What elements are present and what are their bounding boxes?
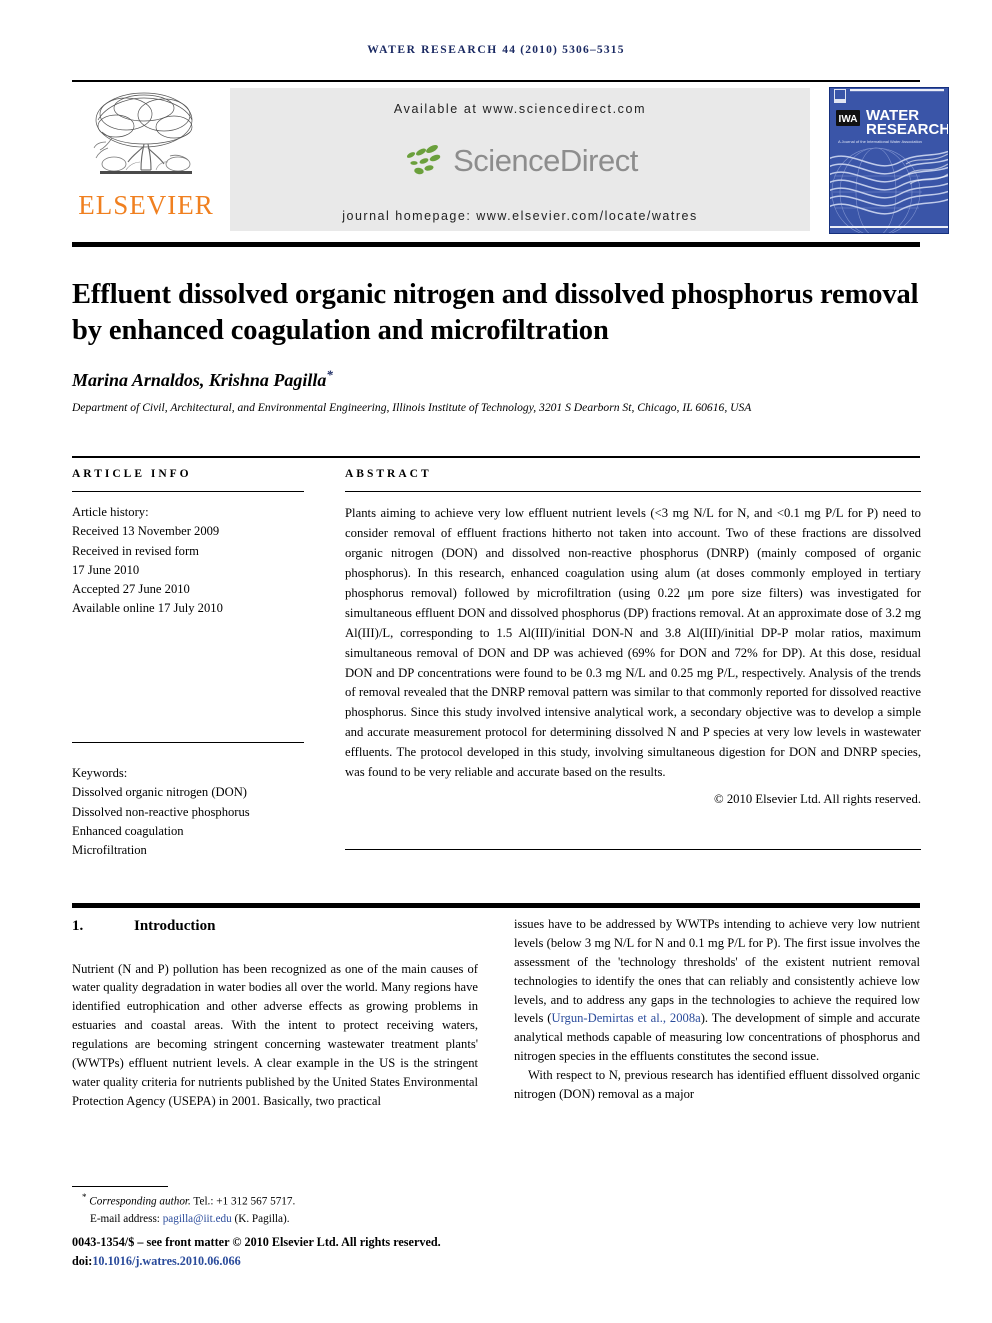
- author-names: Marina Arnaldos, Krishna Pagilla: [72, 370, 327, 390]
- info-top-rule: [72, 456, 920, 458]
- corresponding-author-label: Corresponding author.: [89, 1195, 191, 1208]
- elsevier-wordmark: ELSEVIER: [78, 190, 214, 220]
- abstract-bottom-rule: [345, 849, 921, 850]
- abstract-column: ABSTRACT Plants aiming to achieve very l…: [345, 468, 921, 807]
- email-note: E-mail address: pagilla@iit.edu (K. Pagi…: [72, 1211, 502, 1228]
- history-item: Received 13 November 2009: [72, 524, 220, 539]
- page-title: Effluent dissolved organic nitrogen and …: [72, 279, 919, 346]
- article-info-column: ARTICLE INFO Article history: Received 1…: [72, 468, 304, 619]
- running-head: WATER RESEARCH 44 (2010) 5306–5315: [0, 44, 992, 56]
- history-item: Received in revised form: [72, 543, 199, 558]
- body-column-left: 1. Introduction Nutrient (N and P) pollu…: [72, 915, 478, 1111]
- section-heading: 1. Introduction: [72, 915, 478, 938]
- footnote-star-marker: *: [82, 1192, 87, 1202]
- keywords-label: Keywords:: [72, 766, 128, 780]
- footnote-block: * Corresponding author. Tel.: +1 312 567…: [72, 1191, 502, 1271]
- email-label: E-mail address:: [90, 1213, 160, 1226]
- doi-line: doi:10.1016/j.watres.2010.06.066: [72, 1252, 502, 1271]
- abstract-heading: ABSTRACT: [345, 468, 432, 480]
- header-bottom-rule: [72, 242, 920, 247]
- keywords-block: Keywords: Dissolved organic nitrogen (DO…: [72, 764, 304, 860]
- abstract-text: Plants aiming to achieve very low efflue…: [345, 506, 921, 780]
- doi-link[interactable]: 10.1016/j.watres.2010.06.066: [92, 1254, 240, 1268]
- footnote-rule: [72, 1186, 168, 1187]
- corresponding-author-tel: Tel.: +1 312 567 5717.: [190, 1195, 296, 1208]
- elsevier-tree-icon: [93, 92, 193, 174]
- body-paragraph: With respect to N, previous research has…: [514, 1068, 920, 1102]
- keyword-item: Dissolved organic nitrogen (DON): [72, 785, 247, 800]
- svg-text:A Journal of the International: A Journal of the International Water Ass…: [838, 139, 922, 144]
- keyword-item: Dissolved non-reactive phosphorus: [72, 804, 250, 819]
- keyword-item: Microfiltration: [72, 843, 147, 858]
- section-title: Introduction: [134, 918, 216, 934]
- sciencedirect-leaves-icon: [407, 144, 441, 174]
- sciencedirect-logo[interactable]: ScienceDirect: [402, 143, 638, 179]
- journal-homepage-text[interactable]: journal homepage: www.elsevier.com/locat…: [342, 209, 697, 223]
- publisher-header-band: ELSEVIER Available at www.sciencedirect.…: [72, 82, 949, 234]
- abstract-copyright: © 2010 Elsevier Ltd. All rights reserved…: [714, 792, 921, 807]
- author-list: Marina Arnaldos, Krishna Pagilla*: [72, 367, 924, 391]
- keywords-column: Keywords: Dissolved organic nitrogen (DO…: [72, 752, 304, 860]
- paper-page: WATER RESEARCH 44 (2010) 5306–5315 ELSEV…: [0, 0, 992, 1323]
- email-owner: (K. Pagilla).: [234, 1213, 290, 1226]
- body-paragraph: issues have to be addressed by WWTPs int…: [514, 915, 920, 1066]
- keyword-item: Enhanced coagulation: [72, 823, 184, 838]
- history-item: 17 June 2010: [72, 562, 140, 577]
- corresponding-author-marker: *: [326, 367, 333, 382]
- doi-prefix: doi:: [72, 1254, 93, 1269]
- water-research-cover-icon: IWA WATER RESEARCH A Journal of the Inte…: [830, 88, 948, 233]
- history-item: Available online 17 July 2010: [72, 601, 223, 616]
- article-info-heading-rule: [72, 491, 304, 492]
- article-history-bottom-rule: [72, 742, 304, 743]
- article-history-label: Article history:: [72, 505, 149, 519]
- citation-link[interactable]: Urgun-Demirtas et al., 2008a: [551, 1011, 700, 1025]
- journal-cover-image[interactable]: IWA WATER RESEARCH A Journal of the Inte…: [829, 87, 949, 234]
- section-number: 1.: [72, 918, 84, 934]
- svg-text:IWA: IWA: [839, 114, 858, 125]
- corresponding-author-note: * Corresponding author. Tel.: +1 312 567…: [72, 1191, 502, 1211]
- running-head-citation: 44 (2010) 5306–5315: [502, 44, 625, 56]
- sciencedirect-panel: Available at www.sciencedirect.com Scien…: [230, 88, 810, 231]
- issn-copyright-line: 0043-1354/$ – see front matter © 2010 El…: [72, 1235, 441, 1250]
- article-history-block: Article history: Received 13 November 20…: [72, 503, 304, 619]
- abstract-heading-rule: [345, 491, 921, 492]
- available-at-text: Available at www.sciencedirect.com: [393, 102, 647, 116]
- body-top-rule: [72, 903, 920, 908]
- elsevier-logo[interactable]: ELSEVIER: [72, 86, 220, 233]
- body-column-right: issues have to be addressed by WWTPs int…: [514, 915, 920, 1104]
- article-info-heading: ARTICLE INFO: [72, 468, 192, 480]
- history-item: Accepted 27 June 2010: [72, 582, 190, 597]
- email-link[interactable]: pagilla@iit.edu: [163, 1213, 232, 1225]
- svg-text:RESEARCH: RESEARCH: [866, 121, 948, 138]
- affiliation: Department of Civil, Architectural, and …: [72, 401, 752, 414]
- sciencedirect-wordmark: ScienceDirect: [453, 142, 638, 178]
- paragraph-part-1: issues have to be addressed by WWTPs int…: [514, 917, 920, 1026]
- running-head-journal: WATER RESEARCH: [367, 44, 498, 56]
- body-paragraph: Nutrient (N and P) pollution has been re…: [72, 961, 478, 1108]
